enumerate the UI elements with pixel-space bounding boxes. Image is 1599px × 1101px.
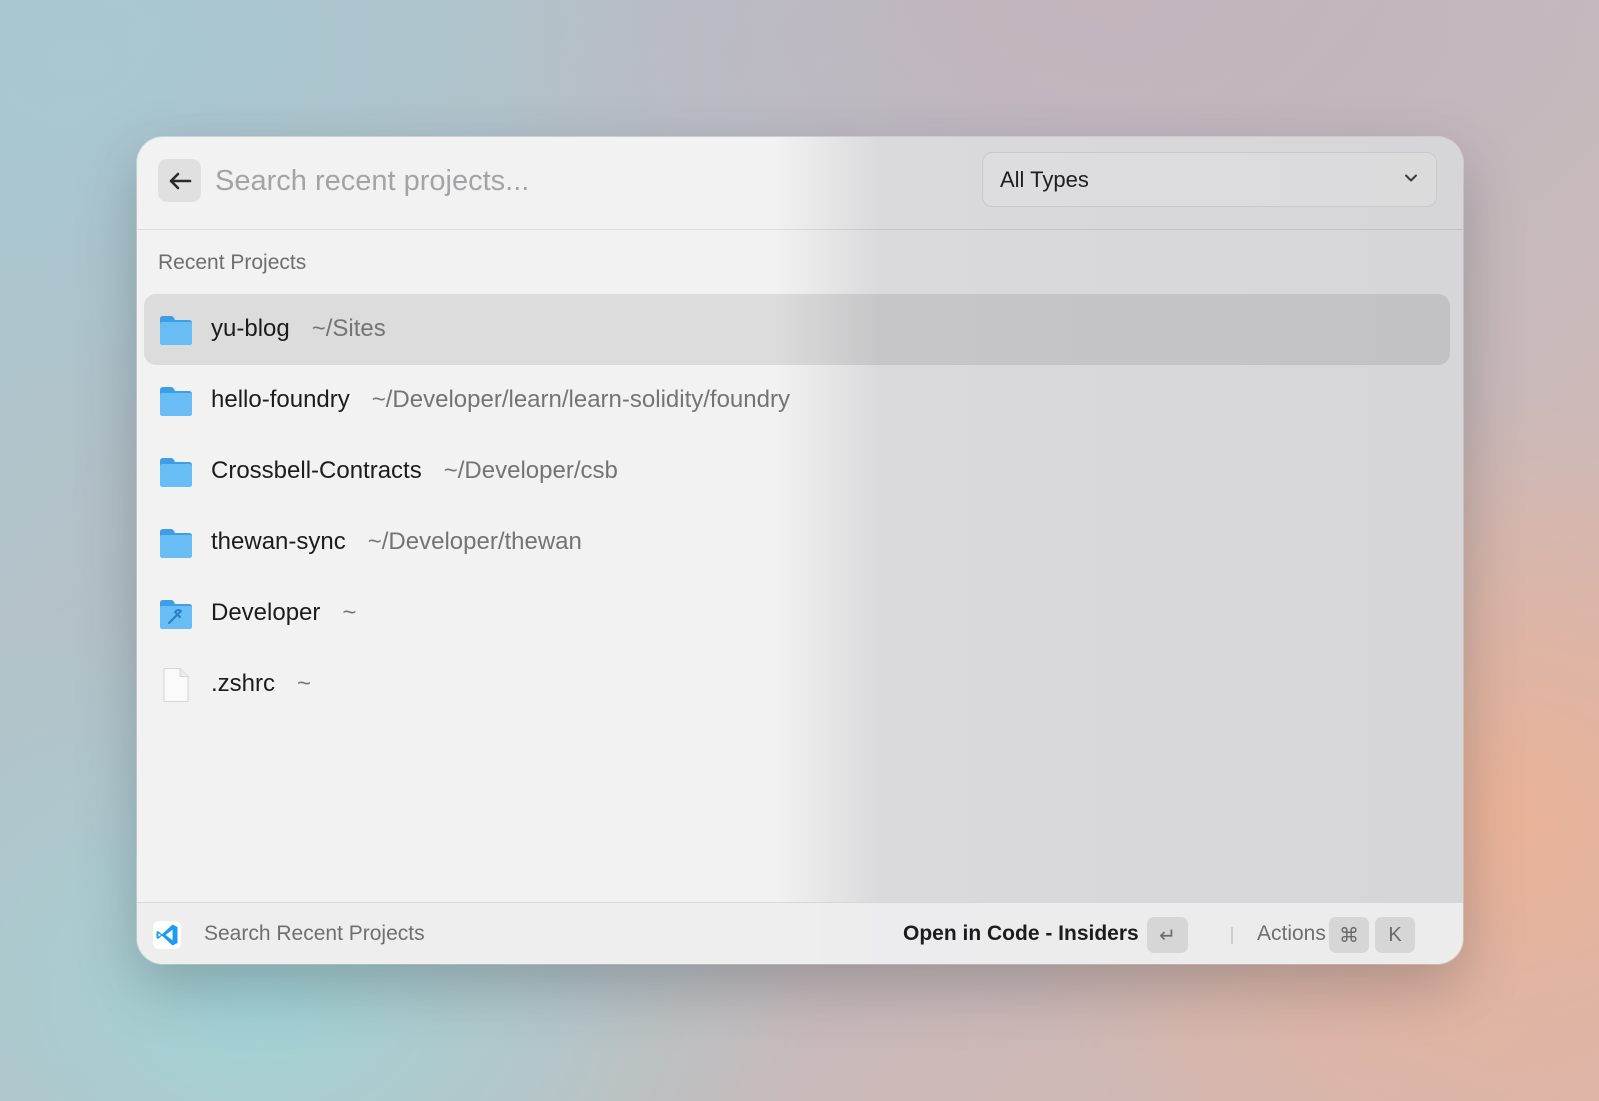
project-path: ~/Developer/csb [443,457,618,484]
folder-icon [160,458,192,487]
project-path: ~ [342,599,357,626]
k-key-hint: K [1375,917,1415,953]
list-item[interactable]: Crossbell-Contracts ~/Developer/csb [144,436,1450,507]
file-icon [163,668,189,702]
project-name: hello-foundry [211,386,350,413]
arrow-left-icon [169,172,191,189]
list-item[interactable]: yu-blog ~/Sites [144,294,1450,365]
developer-folder-icon [160,600,192,629]
type-filter-dropdown[interactable]: All Types [982,152,1437,207]
return-key-hint: ↵ [1147,917,1188,953]
search-input[interactable] [215,159,975,203]
folder-icon [160,316,192,345]
type-filter-value: All Types [1000,167,1089,192]
project-path: ~/Developer/learn/learn-solidity/foundry [371,386,790,413]
action-bar: Search Recent Projects Open in Code - In… [137,902,1463,964]
folder-icon [160,529,192,558]
list-item[interactable]: thewan-sync ~/Developer/thewan [144,507,1450,578]
project-path: ~/Sites [311,315,386,342]
back-button[interactable] [158,159,201,202]
project-path: ~/Developer/thewan [367,528,582,555]
list-item[interactable]: hello-foundry ~/Developer/learn/learn-sol… [144,365,1450,436]
recent-projects-window: All Types Recent Projects yu-blog ~/Sites… [137,137,1463,964]
project-name: Developer [211,599,321,626]
list-item[interactable]: .zshrc ~ [144,649,1450,720]
project-list: yu-blog ~/Sites hello-foundry ~/Developer/… [144,294,1450,720]
actions-button[interactable]: Actions [1257,922,1326,946]
project-name: thewan-sync [211,528,346,555]
open-in-code-button[interactable]: Open in Code - Insiders [903,922,1139,946]
chevron-down-icon [1405,174,1417,182]
command-title: Search Recent Projects [204,922,425,945]
vscode-insiders-icon [153,921,181,949]
list-item[interactable]: Developer ~ [144,578,1450,649]
section-title: Recent Projects [158,251,307,274]
project-path: ~ [297,670,312,697]
search-header: All Types [137,137,1463,230]
project-name: Crossbell-Contracts [211,457,422,484]
divider [1231,927,1233,944]
project-name: yu-blog [211,315,290,342]
project-name: .zshrc [211,670,276,697]
command-key-hint: ⌘ [1329,917,1369,953]
folder-icon [160,387,192,416]
